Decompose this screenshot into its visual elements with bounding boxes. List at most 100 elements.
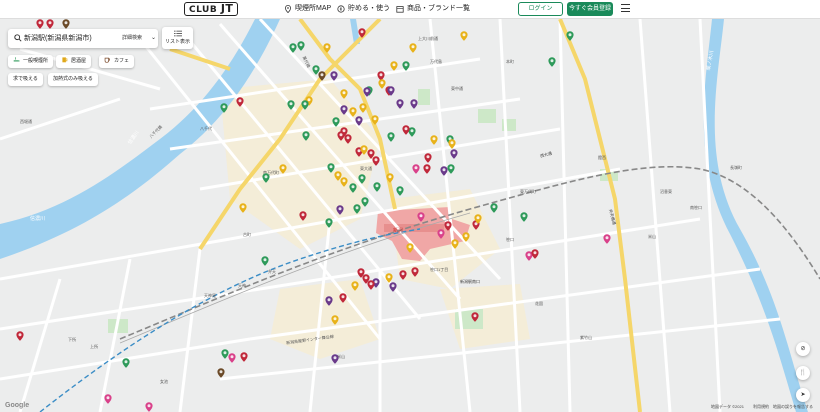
no-smoking-icon[interactable]: ⊘ [796,342,810,356]
map-pin-purple[interactable] [363,87,371,97]
map-pin-smoking[interactable] [297,41,305,51]
map-pin-red[interactable] [423,164,431,174]
map-pin-purple[interactable] [389,282,397,292]
locate-me-icon[interactable]: ➤ [796,388,810,402]
map-pin-smoking[interactable] [396,186,404,196]
map-pin-purple[interactable] [410,99,418,109]
map-pin-red[interactable] [471,312,479,322]
filter-general-smoking[interactable]: 一般喫煙所 [8,55,54,68]
map-pin-red[interactable] [36,19,44,29]
map-pin-cafe[interactable] [62,19,70,29]
map-pin-red[interactable] [444,221,452,231]
map-pin-smoking[interactable] [353,204,361,214]
map-pin-red[interactable] [531,249,539,259]
list-view-button[interactable]: リスト表示 [162,27,193,49]
map-pin-red[interactable] [372,156,380,166]
hamburger-menu-icon[interactable] [621,4,630,12]
map-pin-purple[interactable] [355,116,363,126]
map-pin-smoking[interactable] [358,174,366,184]
search-input[interactable]: 新潟駅(新潟県新潟市) [24,29,92,48]
map-pin-purple[interactable] [331,354,339,364]
map-pin-smoking[interactable] [373,182,381,192]
login-button[interactable]: ログイン [518,2,563,16]
map-pin-bar[interactable] [359,103,367,113]
map-pin-smoking[interactable] [490,203,498,213]
map-pin-smoking[interactable] [447,164,455,174]
map-pin-red[interactable] [358,28,366,38]
map-pin-smoking[interactable] [349,183,357,193]
map-pin-red[interactable] [236,97,244,107]
map-pin-smoking[interactable] [261,256,269,266]
nav-smoking-map[interactable]: 喫煙所MAP [284,3,331,15]
map-pin-pink[interactable] [417,212,425,222]
restaurant-icon[interactable]: 🍴 [796,366,810,380]
map-pin-smoking[interactable] [301,100,309,110]
map-pin-red[interactable] [344,134,352,144]
map-pin-bar[interactable] [340,89,348,99]
filter-izakaya[interactable]: 居酒屋 [56,55,92,68]
map-pin-smoking[interactable] [387,132,395,142]
report-error-link[interactable]: 地図の誤りを報告する [773,404,813,410]
map-pin-purple[interactable] [330,71,338,81]
map-pin-cafe[interactable] [318,71,326,81]
map-pin-smoking[interactable] [548,57,556,67]
map-pin-bar[interactable] [462,232,470,242]
filter-smokable[interactable]: 求で吸える [8,73,43,86]
map-pin-red[interactable] [16,331,24,341]
map-pin-bar[interactable] [390,61,398,71]
terms-link[interactable]: 利用規約 [753,404,769,410]
map-pin-red[interactable] [402,125,410,135]
map-pin-bar[interactable] [448,139,456,149]
map-pin-bar[interactable] [474,214,482,224]
map-pin-smoking[interactable] [262,173,270,183]
map-pin-smoking[interactable] [220,103,228,113]
map-pin-purple[interactable] [387,86,395,96]
map-pin-red[interactable] [46,19,54,29]
map-pin-smoking[interactable] [122,358,130,368]
map-pin-red[interactable] [240,352,248,362]
map-pin-pink[interactable] [437,229,445,239]
map-pin-red[interactable] [367,280,375,290]
map-pin-pink[interactable] [104,394,112,404]
map-pin-bar[interactable] [323,43,331,53]
search-box[interactable]: 新潟駅(新潟県新潟市) 詳細検索 ⌄ [8,29,158,48]
map-pin-smoking[interactable] [325,218,333,228]
map-pin-bar[interactable] [386,173,394,183]
map-pin-bar[interactable] [239,203,247,213]
map-pin-smoking[interactable] [566,31,574,41]
map-pin-pink[interactable] [603,234,611,244]
nav-earn-use[interactable]: 貯める・使う [337,3,390,15]
map-pin-bar[interactable] [430,135,438,145]
map-pin-smoking[interactable] [289,43,297,53]
nav-products[interactable]: 商品・ブランド一覧 [396,3,470,15]
club-jt-logo[interactable]: CLUB JT [184,2,239,16]
filter-heated-only[interactable]: 加熱式のみ吸える [48,73,98,86]
map-pin-red[interactable] [299,211,307,221]
map-pin-bar[interactable] [460,31,468,41]
map-pin-purple[interactable] [325,296,333,306]
map-pin-cafe[interactable] [217,368,225,378]
map-pin-smoking[interactable] [361,197,369,207]
map-pin-bar[interactable] [409,43,417,53]
map-pin-purple[interactable] [450,149,458,159]
chevron-down-icon[interactable]: ⌄ [151,29,156,48]
map-pin-purple[interactable] [336,205,344,215]
map-pin-bar[interactable] [279,164,287,174]
map-pin-smoking[interactable] [520,212,528,222]
filter-cafe[interactable]: カフェ [99,55,135,68]
map-pin-red[interactable] [339,293,347,303]
map-pin-bar[interactable] [451,239,459,249]
map-pin-smoking[interactable] [302,131,310,141]
map-pin-bar[interactable] [406,243,414,253]
map-canvas[interactable]: 信濃川 信濃川 栗ノ木川 八千代橋 萬代橋 万代島 上大川前通 本町 八千代 南… [0,19,820,412]
map-pin-purple[interactable] [396,99,404,109]
map-pin-smoking[interactable] [332,117,340,127]
map-pin-bar[interactable] [331,315,339,325]
map-pin-red[interactable] [399,270,407,280]
detail-search-button[interactable]: 詳細検索 [122,29,142,48]
register-button[interactable]: 今すぐ会員登録 [567,2,613,16]
map-pin-red[interactable] [411,267,419,277]
map-pin-smoking[interactable] [402,61,410,71]
map-pin-bar[interactable] [340,177,348,187]
map-pin-red[interactable] [424,153,432,163]
